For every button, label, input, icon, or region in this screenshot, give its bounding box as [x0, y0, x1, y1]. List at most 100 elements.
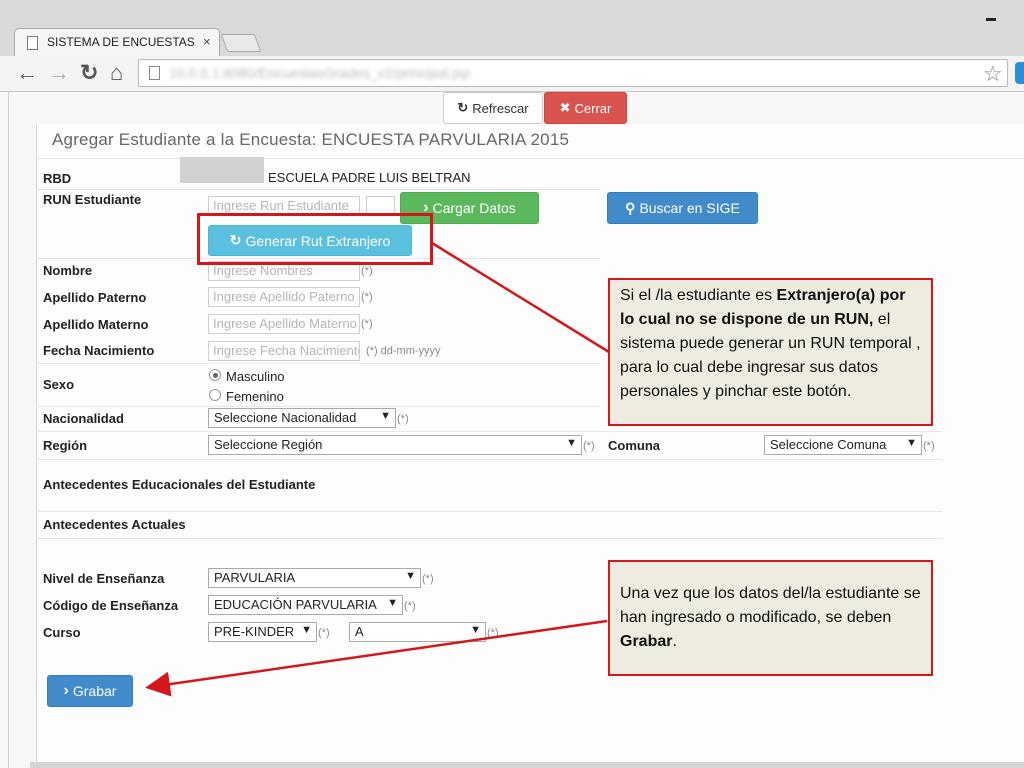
required-mark: (*) [318, 627, 330, 639]
required-mark: (*) [361, 265, 373, 277]
rbd-code-redacted [180, 157, 264, 183]
curso-select[interactable]: PRE-KINDER ▼ [208, 622, 317, 642]
letra-curso-select[interactable]: A ▼ [349, 622, 486, 642]
back-icon[interactable]: ← [16, 60, 38, 86]
sexo-label: Sexo [43, 377, 75, 392]
search-icon: ⚲ [625, 199, 636, 216]
curso-value: PRE-KINDER [214, 624, 295, 639]
fecha-nacimiento-input[interactable]: Ingrese Fecha Nacimiento [208, 341, 360, 361]
nivel-ensenanza-select[interactable]: PARVULARIA ▼ [208, 568, 421, 588]
callout-text: . [672, 633, 677, 650]
chevron-right-icon: › [63, 682, 69, 699]
apellido-materno-label: Apellido Materno [43, 317, 149, 332]
dropdown-arrow-icon: ▼ [566, 437, 577, 449]
callout-text: Si el /la estudiante es [620, 287, 777, 304]
home-icon[interactable]: ⌂ [110, 60, 123, 86]
codigo-ensenanza-value: EDUCACIÓN PARVULARIA [214, 597, 377, 612]
row-divider [36, 189, 600, 190]
grabar-button[interactable]: › Grabar [47, 675, 133, 707]
page-icon [149, 66, 160, 80]
nivel-ensenanza-value: PARVULARIA [214, 570, 296, 585]
buscar-sige-label: Buscar en SIGE [639, 200, 740, 216]
extension-icon[interactable] [1015, 62, 1024, 84]
forward-icon[interactable]: → [48, 60, 70, 86]
nivel-ensenanza-label: Nivel de Enseñanza [43, 571, 165, 586]
codigo-ensenanza-select[interactable]: EDUCACIÓN PARVULARIA ▼ [208, 595, 403, 615]
tab-close-icon[interactable]: × [203, 34, 211, 49]
row-divider [36, 459, 942, 460]
apellido-materno-input[interactable]: Ingrese Apellido Materno [208, 314, 360, 334]
horizontal-scrollbar[interactable] [30, 762, 1024, 768]
nacionalidad-select[interactable]: Seleccione Nacionalidad ▼ [208, 408, 396, 428]
nombre-label: Nombre [43, 263, 93, 278]
curso-label: Curso [43, 625, 81, 640]
row-divider [36, 538, 942, 539]
required-mark: (*) [583, 440, 595, 452]
masculino-radio[interactable] [209, 369, 221, 381]
annotation-callout-extranjero: Si el /la estudiante es Extranjero(a) po… [608, 278, 933, 426]
address-bar[interactable]: 10.0.0.1:8080/EncuestasGrades_v2/princip… [138, 59, 1008, 87]
nacionalidad-label: Nacionalidad [43, 411, 124, 426]
letra-curso-value: A [355, 624, 364, 639]
dropdown-arrow-icon: ▼ [387, 597, 398, 609]
row-divider [36, 406, 600, 407]
annotation-callout-grabar: Una vez que los datos del/la estudiante … [608, 560, 933, 676]
dropdown-arrow-icon: ▼ [906, 437, 917, 449]
document-icon [27, 36, 38, 50]
nacionalidad-value: Seleccione Nacionalidad [214, 410, 357, 425]
dropdown-arrow-icon: ▼ [301, 624, 312, 636]
codigo-ensenanza-label: Código de Enseñanza [43, 598, 179, 613]
tab-title: SISTEMA DE ENCUESTAS [47, 35, 195, 49]
apellido-paterno-input[interactable]: Ingrese Apellido Paterno [208, 287, 360, 307]
row-divider [36, 363, 600, 364]
browser-titlebar: SISTEMA DE ENCUESTAS × [0, 0, 1024, 56]
cargar-datos-label: Cargar Datos [432, 200, 516, 216]
browser-tab[interactable]: SISTEMA DE ENCUESTAS × [14, 28, 220, 56]
minimize-icon[interactable] [986, 18, 996, 21]
close-label: Cerrar [574, 100, 612, 116]
rbd-label: RBD [43, 171, 72, 186]
required-mark: (*) [404, 600, 416, 612]
date-format-hint: (*) dd-mm-yyyy [366, 345, 441, 357]
new-tab-button[interactable] [220, 34, 262, 52]
region-select[interactable]: Seleccione Región ▼ [208, 435, 582, 455]
comuna-label: Comuna [608, 438, 660, 453]
femenino-radio[interactable] [209, 389, 221, 401]
comuna-value: Seleccione Comuna [770, 437, 887, 452]
callout-text: Una vez que los datos del/la estudiante … [620, 585, 921, 626]
grabar-label: Grabar [72, 683, 117, 699]
buscar-sige-button[interactable]: ⚲ Buscar en SIGE [607, 192, 758, 224]
antecedentes-educacionales-heading: Antecedentes Educacionales del Estudiant… [43, 477, 316, 492]
comuna-select[interactable]: Seleccione Comuna ▼ [764, 435, 922, 455]
close-icon: ✖ [559, 100, 571, 115]
close-button[interactable]: ✖ Cerrar [544, 92, 627, 124]
required-mark: (*) [487, 627, 499, 639]
annotation-highlight-box [197, 213, 433, 265]
run-label: RUN Estudiante [43, 192, 142, 207]
row-divider [36, 511, 942, 512]
refresh-icon: ↻ [457, 100, 469, 115]
rbd-value: ESCUELA PADRE LUIS BELTRAN [268, 170, 471, 185]
reload-icon[interactable]: ↻ [80, 60, 98, 86]
fecha-nacimiento-label: Fecha Nacimiento [43, 343, 155, 358]
dropdown-arrow-icon: ▼ [405, 570, 416, 582]
page-title: Agregar Estudiante a la Encuesta: ENCUES… [52, 130, 570, 149]
refresh-button[interactable]: ↻ Refrescar [443, 92, 543, 124]
callout-bold-text: Grabar [620, 633, 673, 650]
masculino-label: Masculino [226, 369, 285, 384]
browser-toolbar: ← → ↻ ⌂ 10.0.0.1:8080/EncuestasGrades_v2… [0, 56, 1024, 92]
required-mark: (*) [422, 573, 434, 585]
femenino-label: Femenino [226, 389, 284, 404]
antecedentes-actuales-heading: Antecedentes Actuales [43, 517, 186, 532]
page-edge [8, 92, 9, 768]
bookmark-star-icon[interactable]: ☆ [983, 61, 1003, 87]
url-text: 10.0.0.1:8080/EncuestasGrades_v2/princip… [169, 65, 471, 81]
region-value: Seleccione Región [214, 437, 323, 452]
region-label: Región [43, 438, 88, 453]
required-mark: (*) [923, 440, 935, 452]
apellido-paterno-label: Apellido Paterno [43, 290, 147, 305]
dropdown-arrow-icon: ▼ [380, 410, 391, 422]
row-divider [36, 431, 942, 432]
required-mark: (*) [361, 291, 373, 303]
dropdown-arrow-icon: ▼ [470, 624, 481, 636]
